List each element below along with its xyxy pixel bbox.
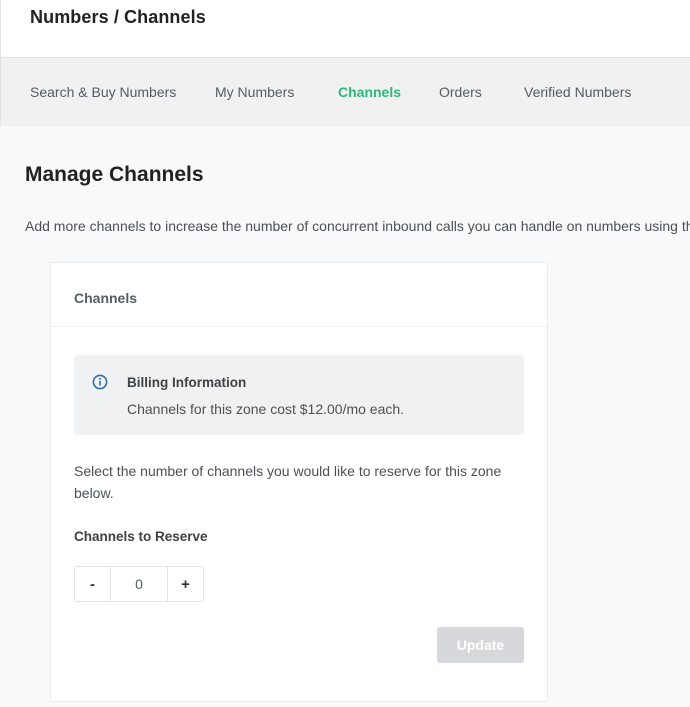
tab-channels[interactable]: Channels: [338, 84, 401, 100]
channels-quantity-stepper: - +: [74, 566, 204, 602]
update-button[interactable]: Update: [437, 627, 524, 663]
tab-search-buy-numbers[interactable]: Search & Buy Numbers: [30, 84, 176, 100]
channels-to-reserve-label: Channels to Reserve: [74, 529, 208, 544]
page: Numbers / Channels Search & Buy Numbers …: [0, 0, 690, 707]
card-header: Channels: [51, 263, 547, 327]
page-description: Add more channels to increase the number…: [25, 218, 690, 234]
page-title: Manage Channels: [25, 163, 204, 186]
tab-my-numbers[interactable]: My Numbers: [215, 84, 294, 100]
top-header: Numbers / Channels: [0, 0, 690, 58]
channels-card: Channels Billing Information Channels fo…: [50, 262, 548, 702]
billing-info-box: Billing Information Channels for this zo…: [74, 355, 524, 435]
tab-verified-numbers[interactable]: Verified Numbers: [524, 84, 631, 100]
billing-info-text: Channels for this zone cost $12.00/mo ea…: [127, 401, 405, 417]
page-breadcrumb-title: Numbers / Channels: [30, 7, 206, 27]
increment-button[interactable]: +: [167, 567, 203, 601]
info-icon: [92, 374, 108, 390]
select-instruction: Select the number of channels you would …: [74, 463, 502, 501]
decrement-button[interactable]: -: [75, 567, 111, 601]
tab-orders[interactable]: Orders: [439, 84, 482, 100]
numbers-tabs: Search & Buy Numbers My Numbers Channels…: [0, 58, 690, 126]
billing-info-title: Billing Information: [127, 375, 247, 390]
channels-quantity-input[interactable]: [111, 567, 167, 601]
card-title: Channels: [74, 290, 138, 306]
